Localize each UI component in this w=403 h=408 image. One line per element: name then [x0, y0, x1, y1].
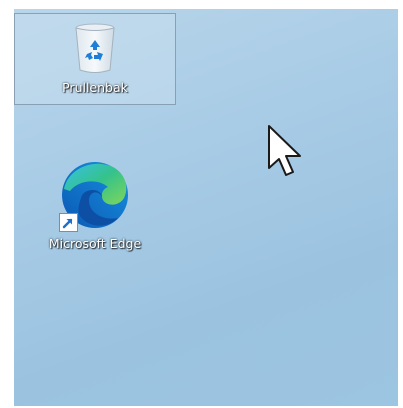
shortcut-arrow-icon — [59, 213, 78, 232]
desktop[interactable]: Prullenbak Microsoft Edge — [14, 9, 398, 406]
recycle-bin-icon — [75, 23, 115, 73]
desktop-icon-microsoft-edge[interactable]: Microsoft Edge — [30, 154, 160, 254]
mouse-pointer-icon — [268, 125, 301, 176]
edge-label: Microsoft Edge — [48, 236, 142, 251]
recycle-bin-label: Prullenbak — [62, 80, 128, 95]
desktop-icon-recycle-bin[interactable]: Prullenbak — [14, 13, 176, 105]
